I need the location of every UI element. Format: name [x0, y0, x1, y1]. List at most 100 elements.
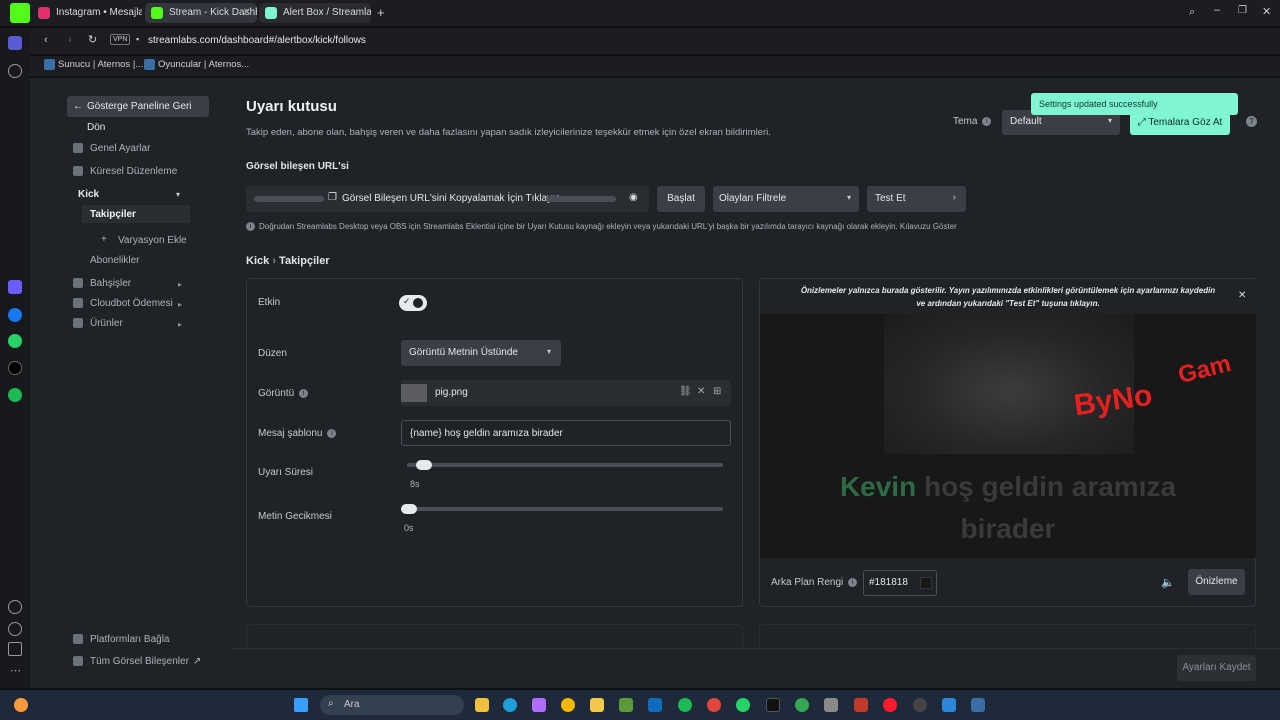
windows-taskbar: ⌕ Ara [0, 690, 1280, 720]
spotify-icon[interactable] [8, 388, 22, 402]
filter-events-select[interactable]: Olayları Filtrele ▾ [713, 186, 859, 212]
heart-icon[interactable] [8, 600, 22, 614]
whatsapp-icon[interactable] [736, 698, 750, 712]
messenger-icon[interactable] [8, 308, 22, 322]
x-icon[interactable] [8, 361, 22, 375]
nav-add-variation[interactable]: + Varyasyon Ekle [101, 234, 187, 246]
opera-logo-icon[interactable] [10, 3, 30, 23]
tab-instagram[interactable]: Instagram • Mesajlar [32, 3, 142, 23]
close-tab-icon[interactable]: ✕ [243, 3, 251, 23]
grid-icon [73, 656, 83, 666]
edge-icon[interactable] [503, 698, 517, 712]
nav-subscriptions[interactable]: Abonelikler [90, 255, 139, 266]
start-button[interactable]: Başlat [657, 186, 705, 212]
enabled-toggle[interactable]: ✓ [399, 295, 427, 311]
nav-kick[interactable]: Kick [78, 189, 99, 200]
nav-products[interactable]: Ürünler [73, 318, 123, 329]
blurred-url [546, 196, 616, 202]
outlook-icon[interactable] [648, 698, 662, 712]
file-explorer-icon[interactable] [475, 698, 489, 712]
tab-alert-box[interactable]: Alert Box / Streamlabs [259, 3, 371, 23]
folder-icon[interactable] [590, 698, 604, 712]
taskbar-search[interactable]: ⌕ Ara [320, 695, 464, 715]
history-icon[interactable] [8, 622, 22, 636]
vpn-badge[interactable]: VPN [110, 34, 131, 45]
info-icon[interactable]: i [299, 389, 309, 398]
more-icon[interactable]: ⋯ [10, 664, 21, 677]
forward-icon[interactable]: › [68, 34, 72, 46]
settings-toast: Settings updated successfully [1031, 93, 1238, 115]
chevron-right-icon: ▸ [178, 300, 183, 309]
bookmark-sunucu[interactable]: Sunucu | Aternos |... [44, 59, 143, 70]
duration-slider-track[interactable] [407, 463, 723, 467]
template-input[interactable]: {name} hoş geldin aramıza birader [401, 420, 731, 446]
reload-icon[interactable]: ↻ [88, 33, 97, 46]
new-tab-icon[interactable]: + [377, 5, 385, 20]
template-label: Mesaj şablonu i [258, 428, 337, 439]
close-window-icon[interactable]: ✕ [1262, 5, 1271, 18]
help-icon[interactable]: ? [1246, 116, 1257, 127]
tiktok-icon[interactable] [766, 698, 780, 712]
aternos-icon [144, 59, 155, 70]
download-icon[interactable] [8, 642, 22, 656]
info-icon[interactable]: i [327, 429, 337, 438]
spotify-icon[interactable] [678, 698, 692, 712]
color-swatch[interactable] [920, 577, 932, 589]
chrome-icon[interactable] [795, 698, 809, 712]
external-link-icon: ↗ [192, 656, 202, 667]
delay-slider-track[interactable] [401, 507, 723, 511]
back-icon[interactable]: ‹ [44, 34, 48, 46]
nav-connect-platforms[interactable]: Platformları Bağla [73, 634, 169, 645]
close-preview-icon[interactable]: ✕ [1238, 290, 1246, 301]
nav-general-settings[interactable]: Genel Ayarlar [73, 143, 150, 154]
app-icon[interactable] [942, 698, 956, 712]
app-icon[interactable] [707, 698, 721, 712]
chevron-right-icon: › [952, 192, 956, 203]
app-icon[interactable] [619, 698, 633, 712]
home-icon[interactable] [8, 36, 22, 50]
url-field[interactable]: streamlabs.com/dashboard#/alertbox/kick/… [148, 33, 1280, 49]
chrome-icon[interactable] [561, 698, 575, 712]
bookmark-oyuncular[interactable]: Oyuncular | Aternos... [144, 59, 249, 70]
eye-icon[interactable]: ◉ [629, 192, 638, 203]
duration-slider-knob[interactable] [416, 460, 433, 470]
aria-icon[interactable] [8, 280, 22, 294]
maximize-icon[interactable]: ❐ [1238, 5, 1247, 16]
nav-global-edit[interactable]: Küresel Düzenleme [73, 166, 177, 177]
search-tabs-icon[interactable]: ⌕ [1189, 6, 1195, 19]
gallery-icon[interactable]: ⊞ [713, 386, 721, 397]
alert-text: hoş geldin aramıza birader [923, 471, 1177, 544]
delay-slider-knob[interactable] [401, 504, 417, 514]
enabled-label: Etkin [258, 297, 281, 308]
copilot-icon[interactable] [532, 698, 546, 712]
windows-start-icon[interactable] [294, 698, 308, 712]
aternos-icon [44, 59, 55, 70]
roblox-icon[interactable] [854, 698, 868, 712]
save-settings-button[interactable]: Ayarları Kaydet [1177, 655, 1256, 681]
nav-all-widgets[interactable]: Tüm Görsel Bileşenler ↗ [73, 656, 202, 667]
weather-icon[interactable] [14, 698, 28, 712]
app-icon[interactable] [824, 698, 838, 712]
preview-button[interactable]: Önizleme [1188, 569, 1245, 595]
close-icon[interactable]: ✕ [697, 386, 705, 397]
nav-cloudbot[interactable]: Cloudbot Ödemesi [73, 298, 173, 309]
test-button[interactable]: Test Et › [867, 186, 966, 212]
nav-tips[interactable]: Bahşişler [73, 278, 131, 289]
info-icon[interactable]: i [848, 578, 858, 587]
minimize-icon[interactable]: – [1214, 4, 1220, 16]
tab-kick-dashboard[interactable]: Stream - Kick Dashbo ✕ [145, 3, 257, 23]
layout-select[interactable]: Görüntü Metnin Üstünde ▾ [401, 340, 561, 366]
opera-icon[interactable] [883, 698, 897, 712]
volume-icon[interactable]: 🔈 [1161, 576, 1175, 589]
app-icon[interactable] [971, 698, 985, 712]
obs-icon[interactable] [913, 698, 927, 712]
widget-url-copy-field[interactable]: ❐ Görsel Bileşen URL'sini Kopyalamak İçi… [246, 186, 649, 212]
whatsapp-icon[interactable] [8, 334, 22, 348]
back-to-dashboard-button[interactable]: ← Gösterge Paneline Geri Dön [67, 96, 209, 133]
image-file-field[interactable]: pig.png ⛓ ✕ ⊞ [401, 380, 731, 406]
link-icon[interactable]: ⛓ [679, 386, 692, 397]
bg-color-input[interactable]: #181818 [863, 570, 937, 596]
info-icon[interactable]: i [982, 117, 992, 126]
star-icon[interactable] [8, 64, 22, 78]
arrow-left-icon: ← [73, 101, 83, 112]
